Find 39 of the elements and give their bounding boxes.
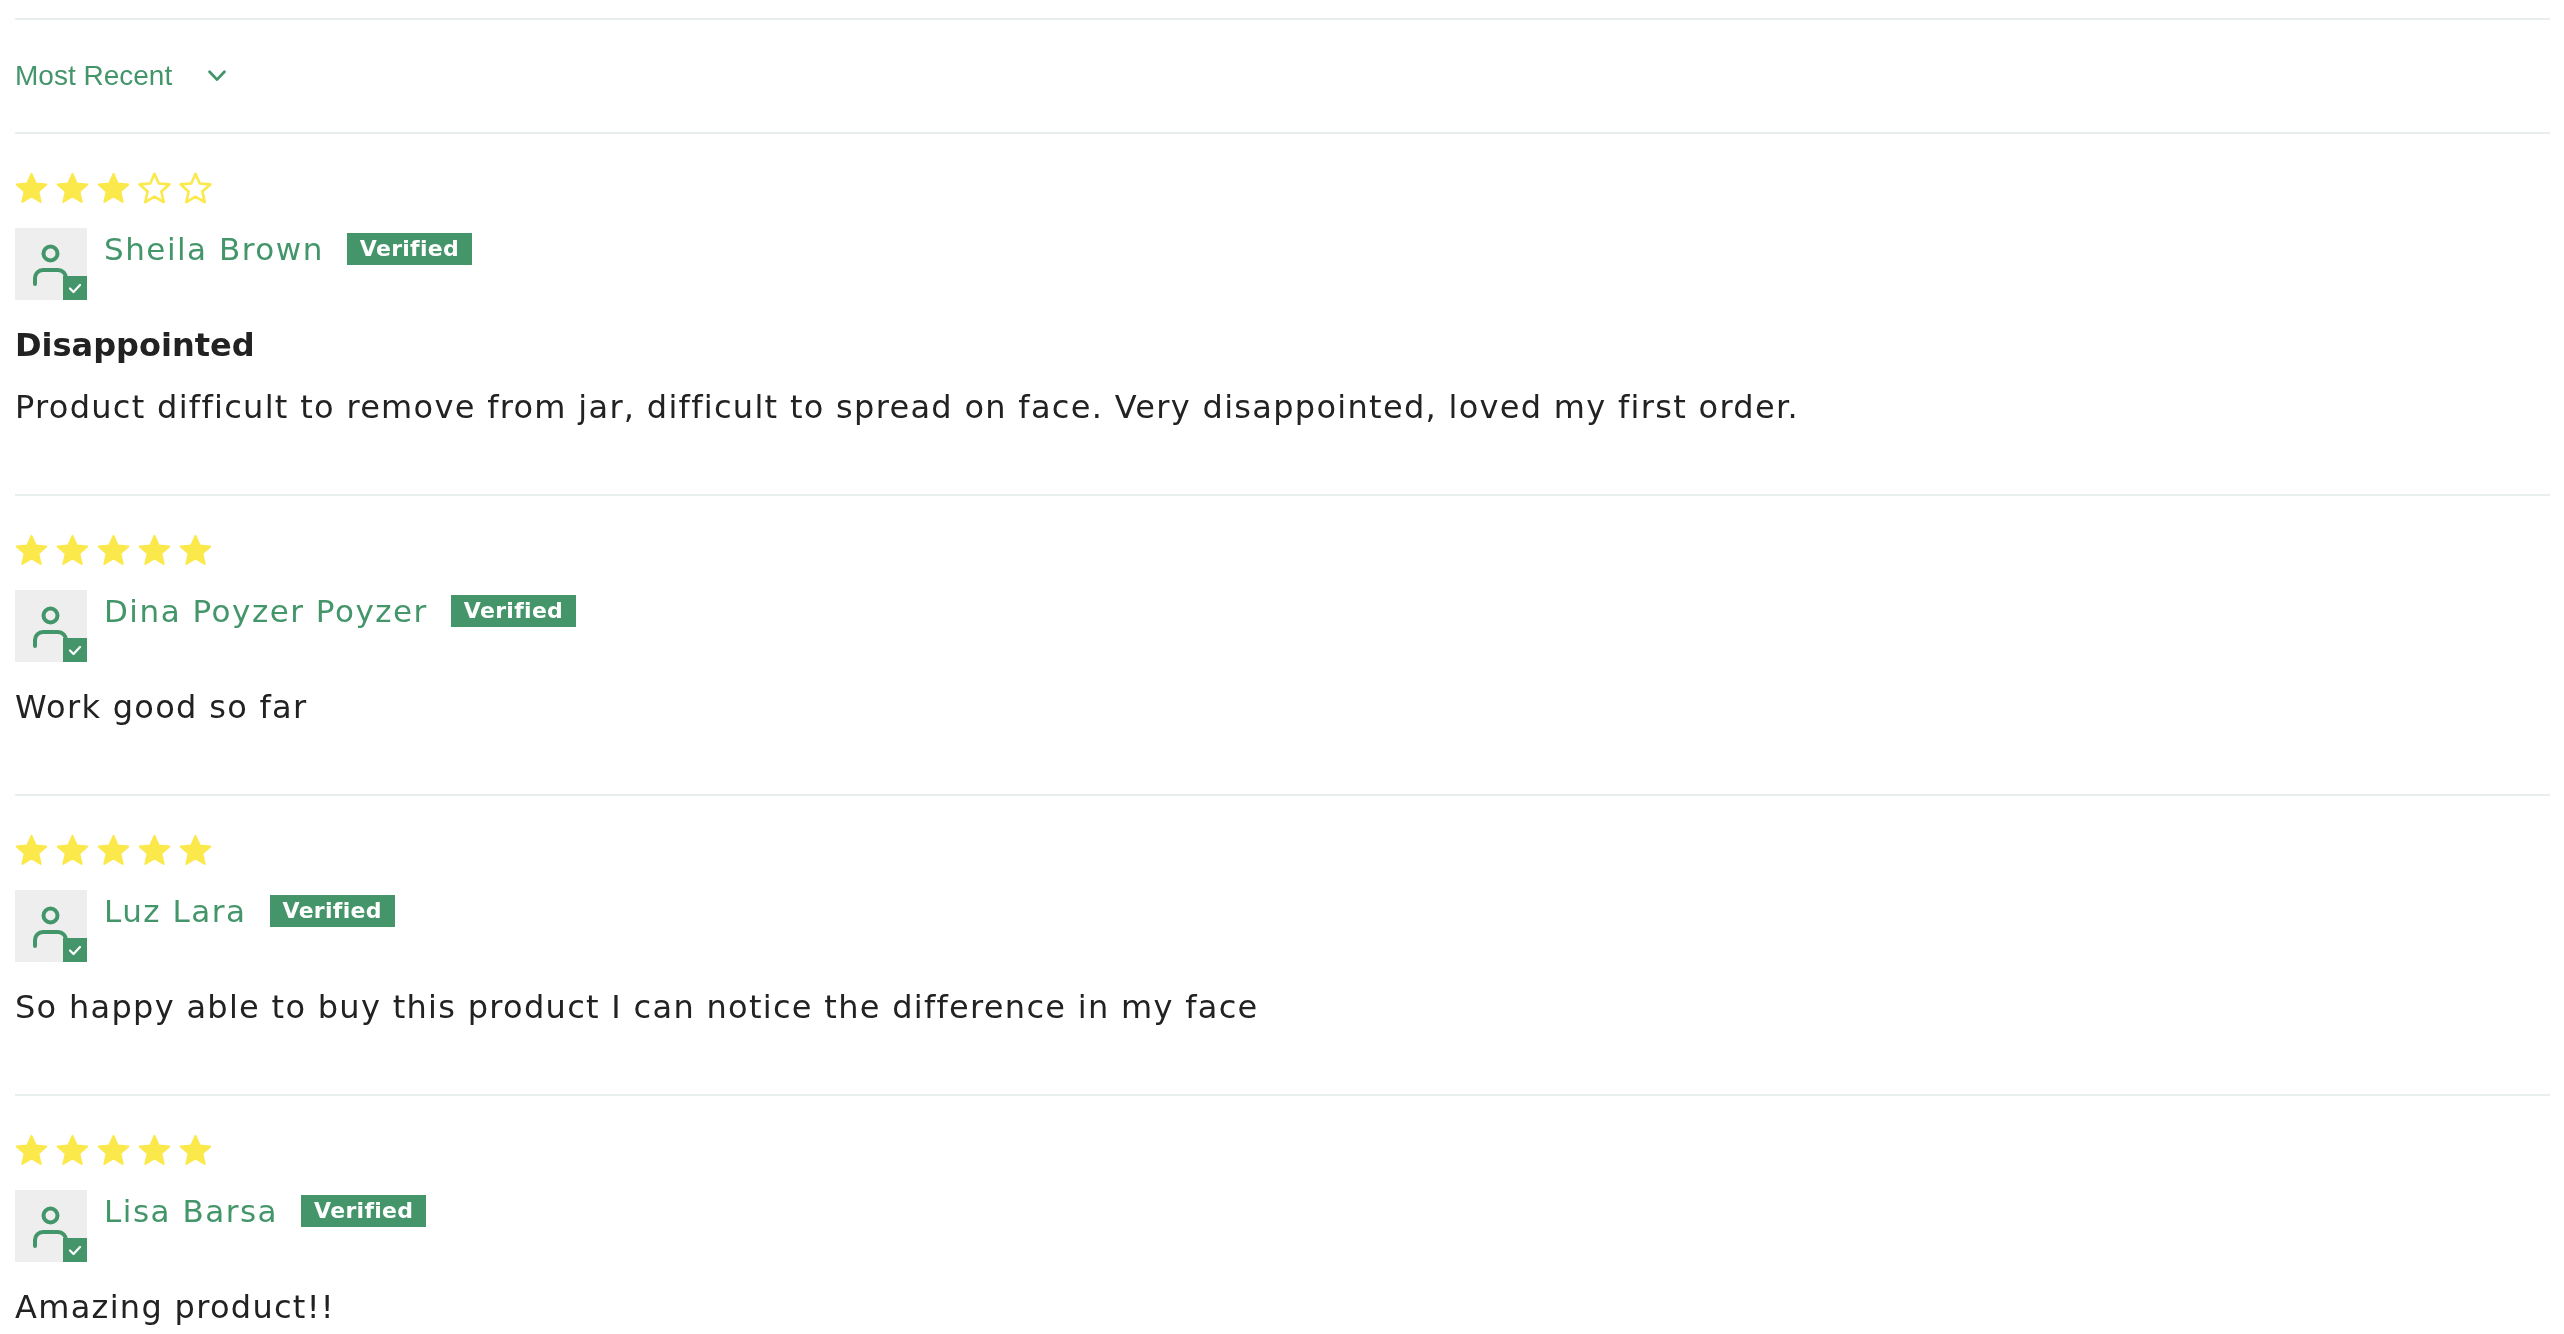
star-icon: [97, 1134, 130, 1166]
check-icon: [63, 276, 87, 300]
review-text: Work good so far: [15, 687, 308, 728]
reviewer-name: Dina Poyzer Poyzer: [104, 592, 428, 631]
star-outline-icon: [179, 172, 212, 204]
star-icon: [56, 834, 89, 866]
star-icon: [138, 834, 171, 866]
reviewer-name: Luz Lara: [104, 892, 247, 931]
sort-dropdown[interactable]: Most Recent: [15, 59, 227, 93]
star-icon: [97, 172, 130, 204]
star-icon: [138, 1134, 171, 1166]
star-icon: [97, 534, 130, 566]
star-icon: [15, 834, 48, 866]
star-icon: [15, 172, 48, 204]
star-icon: [56, 172, 89, 204]
star-icon: [138, 534, 171, 566]
star-outline-icon: [138, 172, 171, 204]
reviewer-name: Sheila Brown: [104, 230, 324, 269]
star-icon: [179, 1134, 212, 1166]
check-icon: [63, 1238, 87, 1262]
star-icon: [15, 1134, 48, 1166]
verified-badge: Verified: [269, 895, 395, 927]
verified-badge: Verified: [450, 595, 577, 627]
star-icon: [179, 834, 212, 866]
star-icon: [97, 834, 130, 866]
star-icon: [179, 534, 212, 566]
review-title: Disappointed: [15, 325, 255, 366]
star-icon: [15, 534, 48, 566]
chevron-down-icon: [208, 70, 227, 82]
verified-badge: Verified: [301, 1195, 427, 1227]
check-icon: [63, 938, 87, 962]
verified-badge: Verified: [346, 233, 473, 265]
star-icon: [56, 1134, 89, 1166]
reviewer-name: Lisa Barsa: [104, 1192, 279, 1231]
review-text: So happy able to buy this product I can notice the difference in my face: [15, 987, 1259, 1028]
review-text: Amazing product!!: [15, 1287, 335, 1328]
star-icon: [56, 534, 89, 566]
check-icon: [63, 638, 87, 662]
review-text: Product difficult to remove from jar, difficult to spread on face. Very disappointed, loved my first order.: [15, 387, 1799, 428]
